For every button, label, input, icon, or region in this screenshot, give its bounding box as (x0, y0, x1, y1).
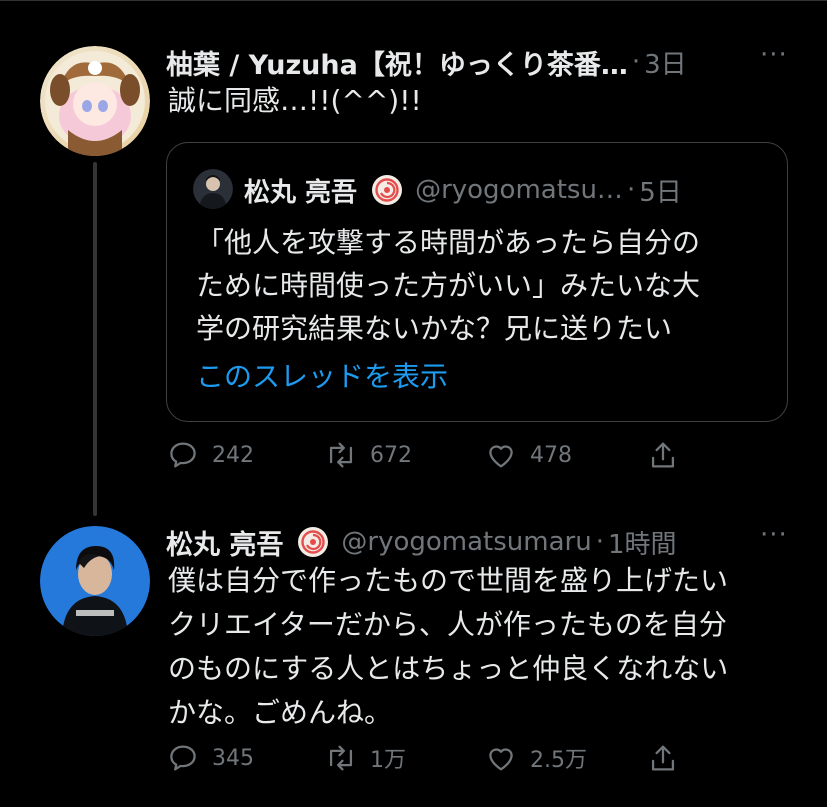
tweet-actions: 242 672 478 (166, 438, 726, 482)
more-options-icon[interactable]: ··· (760, 520, 788, 550)
timestamp[interactable]: 1時間 (608, 524, 677, 561)
tweet-text: 僕は自分で作ったもので世間を盛り上げたい クリエイターだから、人が作ったものを自… (168, 559, 728, 735)
person-photo-avatar-icon (40, 526, 150, 636)
reply-icon (170, 745, 196, 771)
retweet-count: 1万 (370, 748, 406, 773)
quoted-timestamp: 5日 (639, 177, 682, 208)
show-thread-link[interactable]: このスレッドを表示 (196, 355, 448, 395)
verified-badge-icon (298, 527, 329, 557)
person-photo-avatar-icon (193, 169, 233, 209)
avatar[interactable] (40, 46, 150, 156)
quoted-author-name: 松丸 亮吾 (244, 177, 358, 208)
tweet-actions: 345 1万 2.5万 (166, 741, 726, 785)
heart-icon (489, 445, 513, 468)
tweet-header: 松丸 亮吾 @ryogomatsumaru · 1時間 (166, 522, 677, 562)
tweet-text: 誠に同感…!!(^^)!! (168, 80, 422, 122)
dot-separator: · (595, 527, 604, 557)
avatar[interactable] (40, 526, 150, 636)
tweet-text-line: 誠に同感…!!(^^)!! (168, 84, 422, 117)
tweet-header: 柚葉 / Yuzuha【祝！ゆっくり茶番… · 3日 (166, 42, 687, 82)
author-name[interactable]: 松丸 亮吾 (166, 523, 283, 562)
share-icon (651, 442, 675, 468)
dot-separator: · (626, 175, 636, 205)
reply-icon (170, 442, 196, 468)
quoted-text-line: ために時間使った方がいい」みたいな大 (196, 269, 701, 302)
like-count: 2.5万 (530, 748, 587, 773)
reply-button[interactable]: 345 (166, 741, 254, 775)
retweet-count: 672 (370, 442, 412, 468)
share-button[interactable] (646, 741, 680, 775)
retweet-icon (329, 442, 353, 468)
anime-character-avatar-icon (40, 46, 150, 156)
thread-connector-line (93, 162, 97, 516)
like-button[interactable]: 478 (484, 438, 572, 472)
quoted-header: 松丸 亮吾 @ryogomatsu… · 5日 (244, 170, 682, 210)
reply-count: 345 (212, 745, 254, 771)
like-button[interactable]: 2.5万 (484, 741, 587, 775)
reply-button[interactable]: 242 (166, 438, 254, 472)
dot-separator: · (631, 47, 641, 77)
tweet-text-line: クリエイターだから、人が作ったものを自分 (168, 608, 727, 641)
author-handle[interactable]: @ryogomatsumaru (341, 527, 591, 557)
like-count: 478 (530, 442, 572, 468)
quoted-handle: @ryogomatsu… (415, 175, 623, 205)
quoted-avatar (193, 169, 233, 209)
quoted-text-line: 学の研究結果ないかな？兄に送りたい (196, 312, 673, 345)
top-divider (0, 0, 827, 1)
tweet-text-line: 僕は自分で作ったもので世間を盛り上げたい (168, 564, 729, 597)
verified-badge-icon (372, 175, 403, 205)
share-button[interactable] (646, 438, 680, 472)
author-name[interactable]: 柚葉 / Yuzuha【祝！ゆっくり茶番… (166, 43, 628, 82)
retweet-button[interactable]: 672 (324, 438, 412, 472)
retweet-icon (329, 745, 353, 771)
more-options-icon[interactable]: ··· (760, 40, 788, 70)
heart-icon (489, 748, 513, 771)
tweet-text-line: かな。ごめんね。 (168, 696, 393, 729)
retweet-button[interactable]: 1万 (324, 741, 406, 775)
reply-count: 242 (212, 442, 254, 468)
share-icon (651, 745, 675, 771)
quoted-text-line: 「他人を攻撃する時間があったら自分の (196, 226, 701, 259)
quoted-text: 「他人を攻撃する時間があったら自分の ために時間使った方がいい」みたいな大 学の… (196, 221, 700, 350)
tweet-text-line: のものにする人とはちょっと仲良くなれない (168, 652, 729, 685)
timestamp[interactable]: 3日 (644, 44, 687, 81)
